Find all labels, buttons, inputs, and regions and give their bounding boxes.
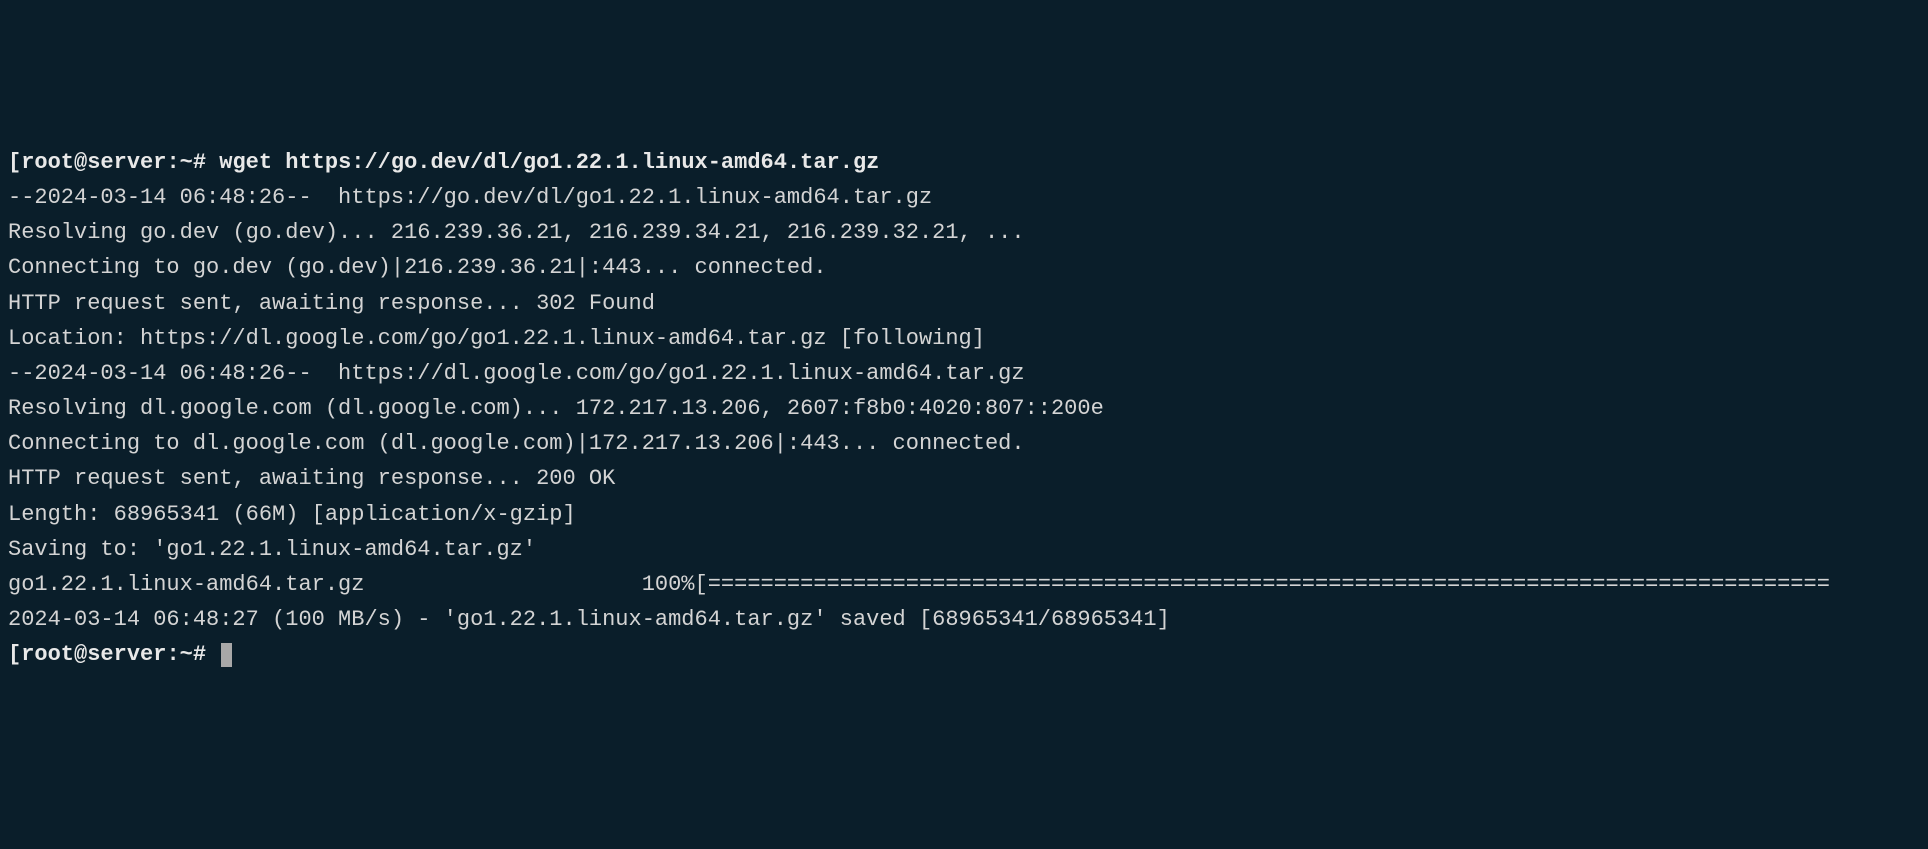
output-progress-bar: go1.22.1.linux-amd64.tar.gz 100%[=======… [8,567,1920,602]
output-location: Location: https://dl.google.com/go/go1.2… [8,321,1920,356]
prompt-symbol-2: # [193,642,219,667]
prompt-user-host: root@server [21,150,166,175]
wget-command: wget https://go.dev/dl/go1.22.1.linux-am… [219,150,879,175]
prompt-bracket: [ [8,150,21,175]
output-http-302: HTTP request sent, awaiting response... … [8,286,1920,321]
output-resolving-2: Resolving dl.google.com (dl.google.com).… [8,391,1920,426]
prompt-path-2: :~ [166,642,192,667]
prompt-symbol: # [193,150,219,175]
output-timestamp-2: --2024-03-14 06:48:26-- https://dl.googl… [8,356,1920,391]
prompt-user-host-2: root@server [21,642,166,667]
terminal-window[interactable]: [root@server:~# wget https://go.dev/dl/g… [8,145,1920,673]
output-connecting-2: Connecting to dl.google.com (dl.google.c… [8,426,1920,461]
output-connecting-1: Connecting to go.dev (go.dev)|216.239.36… [8,250,1920,285]
prompt-bracket-2: [ [8,642,21,667]
command-line-1: [root@server:~# wget https://go.dev/dl/g… [8,145,1920,180]
command-line-2[interactable]: [root@server:~# [8,637,1920,672]
output-saved: 2024-03-14 06:48:27 (100 MB/s) - 'go1.22… [8,602,1920,637]
output-http-200: HTTP request sent, awaiting response... … [8,461,1920,496]
cursor-icon [221,643,232,667]
output-saving: Saving to: 'go1.22.1.linux-amd64.tar.gz' [8,532,1920,567]
output-resolving-1: Resolving go.dev (go.dev)... 216.239.36.… [8,215,1920,250]
output-length: Length: 68965341 (66M) [application/x-gz… [8,497,1920,532]
prompt-path: :~ [166,150,192,175]
output-timestamp-1: --2024-03-14 06:48:26-- https://go.dev/d… [8,180,1920,215]
